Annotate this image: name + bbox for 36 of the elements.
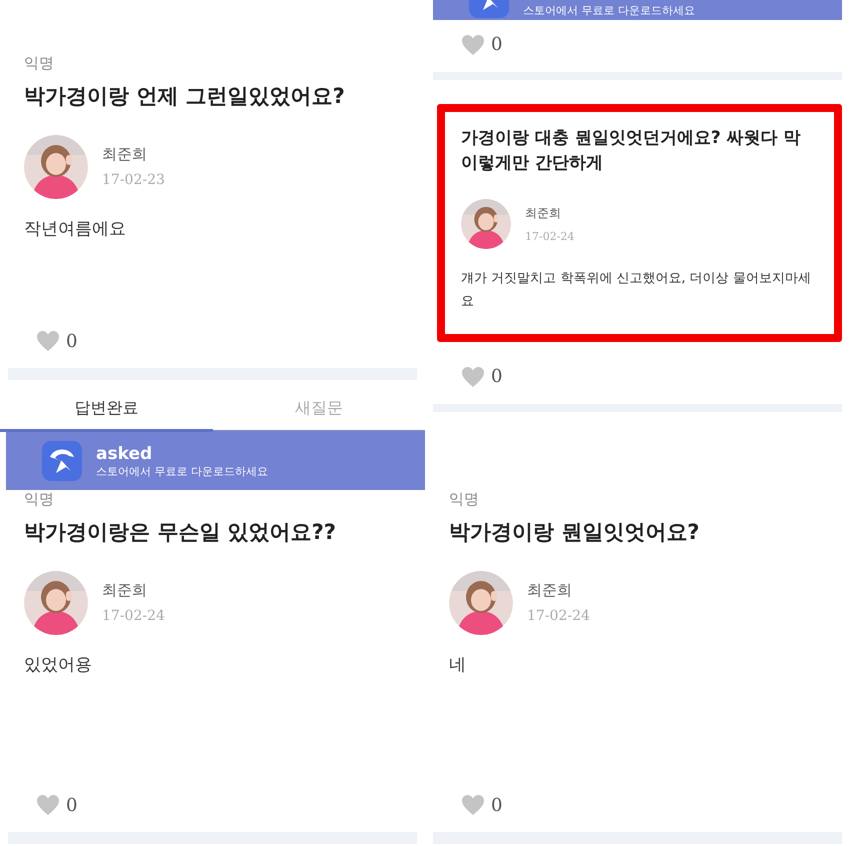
- answer: 걔가 거짓말치고 학폭위에 신고했어요, 더이상 물어보지마세요: [461, 270, 812, 312]
- heart-icon[interactable]: [461, 366, 485, 388]
- asker-label: 익명: [24, 54, 55, 73]
- question: 가경이랑 대충 뭔일잇엇던거에요? 싸웟다 막 이렇게만 간단하게: [461, 126, 802, 176]
- like-count: 0: [66, 330, 78, 352]
- answer: 있었어용: [24, 654, 93, 676]
- asker-label: 익명: [449, 490, 480, 509]
- heart-icon[interactable]: [461, 34, 485, 56]
- tab[interactable]: 새질문: [212, 392, 425, 432]
- question: 박가경이랑 언제 그런일있었어요?: [24, 83, 346, 110]
- question: 박가경이랑은 무슨일 있었어요??: [24, 519, 337, 546]
- author-name: 최준희: [102, 581, 148, 600]
- asker-label: 익명: [24, 490, 55, 509]
- post-date: 17-02-24: [525, 230, 574, 243]
- like-count: 0: [491, 34, 502, 56]
- heart-icon[interactable]: [36, 794, 60, 816]
- answer: 작년여름에요: [24, 218, 127, 240]
- heart-icon[interactable]: [461, 794, 485, 816]
- app-logo-icon: [42, 441, 82, 481]
- post-date: 17-02-24: [102, 608, 165, 624]
- post-date: 17-02-24: [527, 608, 590, 624]
- author-name: 최준희: [102, 145, 148, 164]
- banner-subtitle: 스토어에서 무료로 다운로드하세요: [96, 464, 268, 478]
- answer: 네: [449, 654, 467, 676]
- question: 박가경이랑 뭔일잇엇어요?: [449, 519, 700, 546]
- like-count: 0: [66, 794, 78, 816]
- app-banner[interactable]: 스토어에서 무료로 다운로드하세요: [433, 0, 842, 20]
- app-banner[interactable]: asked 스토어에서 무료로 다운로드하세요: [6, 432, 425, 490]
- app-name: asked: [96, 444, 154, 464]
- author-name: 최준희: [525, 204, 562, 222]
- heart-icon[interactable]: [36, 330, 60, 352]
- author-name: 최준희: [527, 581, 573, 600]
- banner-subtitle: 스토어에서 무료로 다운로드하세요: [523, 2, 695, 18]
- like-count: 0: [491, 794, 502, 816]
- post-date: 17-02-23: [102, 172, 165, 188]
- like-count: 0: [491, 366, 502, 388]
